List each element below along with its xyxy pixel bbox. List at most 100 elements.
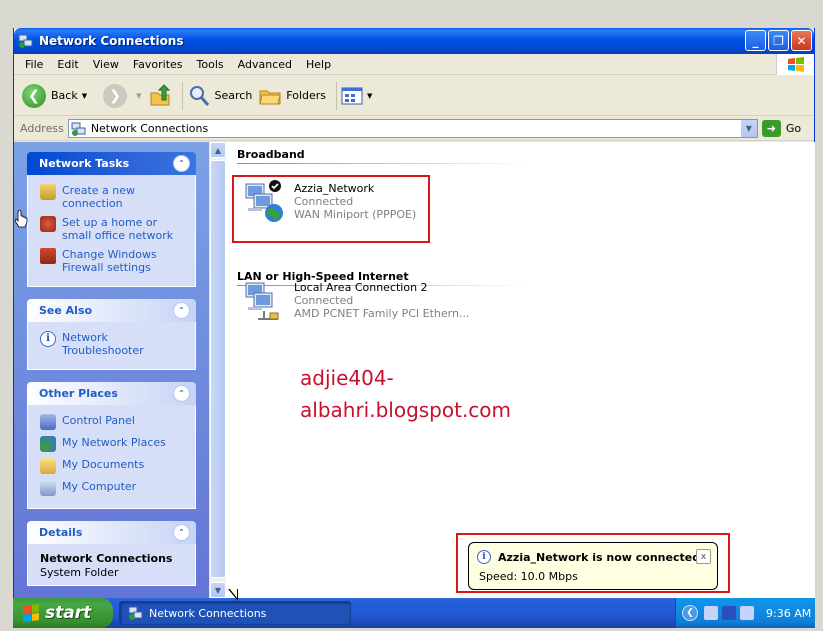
search-icon bbox=[189, 85, 209, 106]
menu-help[interactable]: Help bbox=[299, 58, 338, 71]
toolbar-separator bbox=[181, 81, 183, 110]
back-button[interactable]: ❮ Back ▼ bbox=[22, 83, 87, 108]
new-connection-icon bbox=[40, 184, 56, 200]
toolbar-separator bbox=[336, 81, 338, 110]
control-panel-icon bbox=[40, 414, 56, 430]
menu-edit[interactable]: Edit bbox=[50, 58, 85, 71]
other-places-title: Other Places bbox=[39, 387, 118, 400]
address-bar: Address Network Connections ▼ ➜ Go bbox=[14, 117, 814, 141]
views-button[interactable]: ▼ bbox=[341, 86, 372, 106]
volume-tray-icon[interactable] bbox=[722, 606, 736, 620]
network-tasks-box: Network Tasks ⌃ Create a new connection … bbox=[27, 152, 196, 287]
connection-status: Connected bbox=[294, 294, 354, 307]
system-tray: ❮ 9:36 AM bbox=[675, 598, 815, 628]
connection-name: Local Area Connection 2 bbox=[294, 281, 428, 294]
network-troubleshooter-link[interactable]: i Network Troubleshooter bbox=[40, 331, 187, 357]
see-also-header[interactable]: See Also ⌃ bbox=[27, 299, 196, 322]
minimize-button[interactable]: _ bbox=[745, 30, 766, 51]
broadband-connection-icon bbox=[242, 178, 288, 224]
back-arrow-icon: ❮ bbox=[22, 83, 46, 108]
taskbar-item-label: Network Connections bbox=[149, 606, 267, 620]
menu-advanced[interactable]: Advanced bbox=[231, 58, 299, 71]
forward-dropdown-icon[interactable]: ▼ bbox=[136, 92, 141, 100]
address-input[interactable]: Network Connections ▼ bbox=[67, 119, 758, 138]
show-hidden-icons-icon[interactable]: ❮ bbox=[682, 605, 698, 621]
folders-label: Folders bbox=[286, 89, 327, 102]
connection-azzia-network[interactable]: Azzia_Network Connected WAN Miniport (PP… bbox=[242, 178, 416, 224]
scroll-thumb[interactable] bbox=[210, 160, 226, 578]
menu-tools[interactable]: Tools bbox=[190, 58, 231, 71]
see-also-title: See Also bbox=[39, 304, 93, 317]
back-dropdown-icon[interactable]: ▼ bbox=[82, 92, 87, 100]
up-folder-button[interactable] bbox=[148, 83, 172, 108]
see-also-box: See Also ⌃ i Network Troubleshooter bbox=[27, 299, 196, 370]
scroll-down-icon[interactable]: ▼ bbox=[210, 582, 226, 598]
connection-status: Connected bbox=[294, 195, 354, 208]
connection-device: AMD PCNET Family PCI Ethern... bbox=[294, 307, 470, 320]
scroll-up-icon[interactable]: ▲ bbox=[210, 142, 226, 158]
network-tasks-header[interactable]: Network Tasks ⌃ bbox=[27, 152, 196, 175]
connection-tray-icon[interactable] bbox=[740, 606, 754, 620]
close-button[interactable]: ✕ bbox=[791, 30, 812, 51]
address-dropdown-icon[interactable]: ▼ bbox=[739, 120, 757, 137]
info-icon: i bbox=[477, 550, 491, 564]
task-label: Change Windows Firewall settings bbox=[62, 248, 157, 274]
views-dropdown-icon[interactable]: ▼ bbox=[367, 92, 372, 100]
my-computer-link[interactable]: My Computer bbox=[40, 480, 187, 496]
my-network-places-link[interactable]: My Network Places bbox=[40, 436, 187, 452]
firewall-settings-link[interactable]: Change Windows Firewall settings bbox=[40, 248, 187, 274]
group-divider bbox=[237, 163, 527, 164]
balloon-close-button[interactable]: x bbox=[696, 549, 711, 564]
connection-local-area-2[interactable]: Local Area Connection 2 Connected AMD PC… bbox=[242, 277, 469, 323]
folders-button[interactable]: Folders bbox=[258, 84, 326, 108]
home-network-icon bbox=[40, 216, 56, 232]
my-computer-icon bbox=[40, 480, 56, 496]
menu-view[interactable]: View bbox=[86, 58, 126, 71]
up-folder-icon bbox=[150, 83, 170, 105]
notification-balloon[interactable]: i Azzia_Network is now connected x Speed… bbox=[468, 542, 718, 590]
lan-connection-icon bbox=[242, 277, 288, 323]
home-network-link[interactable]: Set up a home or small office network bbox=[40, 216, 187, 242]
my-documents-icon bbox=[40, 458, 56, 474]
firewall-icon bbox=[40, 248, 56, 264]
info-icon: i bbox=[40, 331, 56, 347]
network-tray-icon[interactable] bbox=[704, 606, 718, 620]
collapse-chevron-icon[interactable]: ⌃ bbox=[173, 385, 190, 402]
menu-bar: File Edit View Favorites Tools Advanced … bbox=[14, 54, 814, 75]
views-icon bbox=[341, 87, 363, 104]
task-pane-scrollbar[interactable]: ▲ ▼ bbox=[209, 142, 226, 598]
blog-watermark: adjie404- albahri.blogspot.com bbox=[300, 362, 511, 426]
network-connections-icon bbox=[128, 606, 143, 620]
address-value: Network Connections bbox=[90, 122, 209, 135]
my-documents-link[interactable]: My Documents bbox=[40, 458, 187, 474]
collapse-chevron-icon[interactable]: ⌃ bbox=[173, 302, 190, 319]
title-bar[interactable]: Network Connections _ ❐ ✕ bbox=[14, 28, 814, 54]
network-places-icon bbox=[40, 436, 56, 452]
forward-button[interactable]: ❯ ▼ bbox=[93, 83, 142, 108]
balloon-body: Speed: 10.0 Mbps bbox=[479, 570, 578, 583]
windows-logo-icon bbox=[776, 54, 814, 75]
task-label: My Computer bbox=[62, 480, 137, 493]
go-button[interactable]: ➜ Go bbox=[761, 120, 802, 137]
create-connection-link[interactable]: Create a new connection bbox=[40, 184, 187, 210]
collapse-chevron-icon[interactable]: ⌃ bbox=[173, 524, 190, 541]
start-button[interactable]: start bbox=[13, 598, 113, 628]
taskbar-item-network-connections[interactable]: Network Connections bbox=[119, 601, 351, 625]
network-tasks-title: Network Tasks bbox=[39, 157, 130, 170]
other-places-header[interactable]: Other Places ⌃ bbox=[27, 382, 196, 405]
maximize-button[interactable]: ❐ bbox=[768, 30, 789, 51]
watermark-line: adjie404- bbox=[300, 366, 394, 390]
menu-favorites[interactable]: Favorites bbox=[126, 58, 190, 71]
collapse-chevron-icon[interactable]: ⌃ bbox=[173, 155, 190, 172]
task-label: My Documents bbox=[62, 458, 145, 471]
details-box: Details ⌃ Network Connections System Fol… bbox=[27, 521, 196, 586]
control-panel-link[interactable]: Control Panel bbox=[40, 414, 187, 430]
details-header[interactable]: Details ⌃ bbox=[27, 521, 196, 544]
folders-icon bbox=[259, 90, 281, 104]
connection-device: WAN Miniport (PPPOE) bbox=[294, 208, 417, 221]
go-label: Go bbox=[785, 122, 802, 135]
details-title: Details bbox=[39, 526, 83, 539]
search-button[interactable]: Search bbox=[187, 84, 252, 108]
task-label: Create a new connection bbox=[62, 184, 136, 210]
menu-file[interactable]: File bbox=[18, 58, 50, 71]
